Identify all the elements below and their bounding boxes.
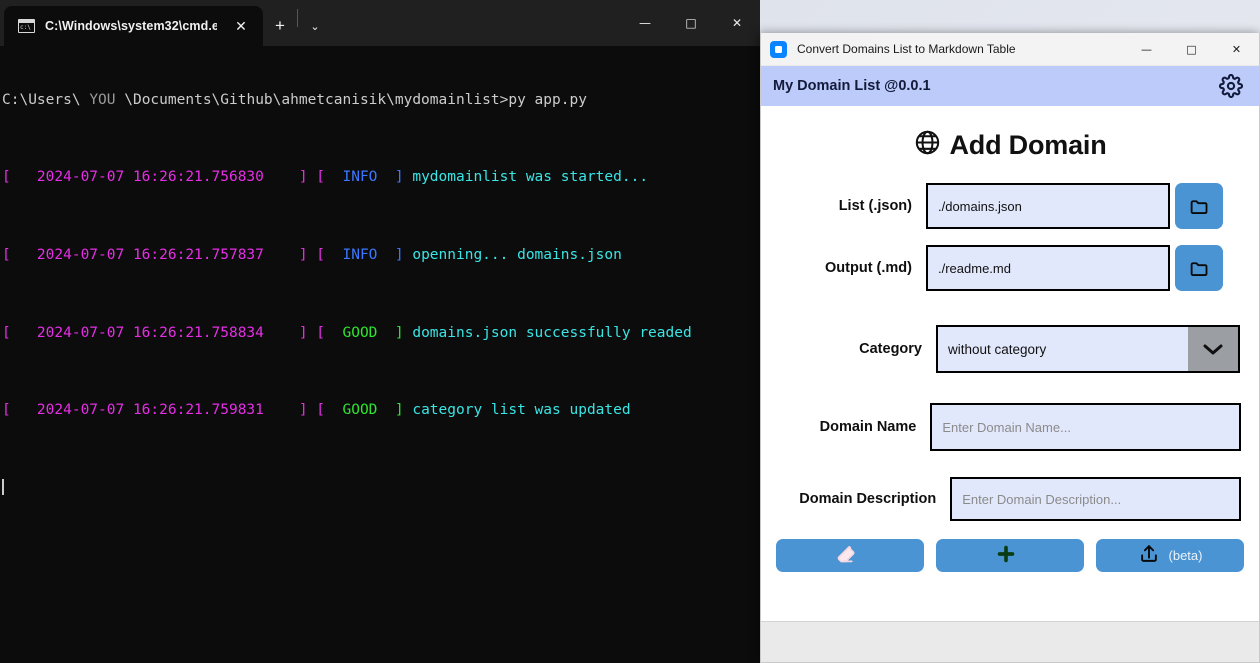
app-window: Convert Domains List to Markdown Table —…	[760, 33, 1260, 663]
log-message: openning... domains.json	[412, 247, 622, 264]
terminal-close-button[interactable]: ✕	[714, 0, 760, 46]
upload-button[interactable]: (beta)	[1096, 539, 1244, 572]
upload-icon	[1138, 543, 1160, 568]
terminal-log-line: [ 2024-07-07 16:26:21.758834 ] [ GOOD ] …	[2, 324, 760, 343]
form-row-list: List (.json)	[771, 183, 1241, 229]
log-level: INFO	[325, 247, 395, 264]
clear-button[interactable]	[776, 539, 924, 572]
log-bracket-open: [	[2, 402, 11, 419]
domain-description-label: Domain Description	[799, 491, 937, 507]
app-header-bar: My Domain List @0.0.1	[761, 66, 1259, 106]
log-level: INFO	[325, 169, 395, 186]
page-title: Add Domain	[761, 129, 1259, 161]
prompt-user: YOU	[89, 91, 116, 108]
log-message: mydomainlist was started...	[412, 169, 649, 186]
log-bracket-close2: ]	[394, 402, 413, 419]
gear-icon[interactable]	[1217, 72, 1245, 100]
log-timestamp: 2024-07-07 16:26:21.759831	[10, 402, 299, 419]
category-select[interactable]: without category	[936, 325, 1240, 373]
app-footer	[761, 621, 1259, 662]
log-level: GOOD	[325, 402, 395, 419]
log-level: GOOD	[325, 324, 395, 341]
log-bracket-close2: ]	[394, 169, 413, 186]
list-label: List (.json)	[838, 198, 912, 214]
terminal-window-controls: — □ ✕	[622, 0, 760, 46]
terminal-log-line: [ 2024-07-07 16:26:21.756830 ] [ INFO ] …	[2, 168, 760, 187]
app-minimize-button[interactable]: —	[1124, 33, 1169, 66]
chevron-down-icon[interactable]: ⌄	[298, 6, 332, 46]
category-selected-value: without category	[938, 327, 1188, 371]
upload-button-label: (beta)	[1168, 548, 1203, 563]
new-tab-button[interactable]: +	[263, 6, 297, 46]
domain-name-label: Domain Name	[819, 419, 917, 435]
log-bracket-open: [	[2, 324, 11, 341]
log-bracket-close: ] [	[298, 169, 326, 186]
form-row-domain-description: Domain Description	[771, 477, 1241, 521]
terminal-cursor-line	[2, 478, 760, 498]
add-button[interactable]	[936, 539, 1084, 572]
terminal-output[interactable]: C:\Users\ YOU \Documents\Github\ahmetcan…	[0, 46, 760, 663]
domain-description-input[interactable]	[950, 477, 1241, 521]
log-timestamp: 2024-07-07 16:26:21.758834	[10, 324, 299, 341]
terminal-log-line: [ 2024-07-07 16:26:21.759831 ] [ GOOD ] …	[2, 401, 760, 420]
app-titlebar: Convert Domains List to Markdown Table —…	[761, 33, 1259, 66]
plus-icon	[995, 543, 1017, 568]
app-window-controls: — □ ✕	[1124, 33, 1259, 66]
output-label: Output (.md)	[825, 260, 912, 276]
list-path-input[interactable]	[926, 183, 1170, 229]
log-bracket-open: [	[2, 169, 11, 186]
output-browse-button[interactable]	[1175, 245, 1223, 291]
form-row-category: Category without category	[771, 325, 1241, 373]
form-row-domain-name: Domain Name	[771, 403, 1241, 451]
terminal-prompt-line: C:\Users\ YOU \Documents\Github\ahmetcan…	[2, 91, 760, 110]
chevron-down-icon[interactable]	[1188, 327, 1238, 371]
log-bracket-close: ] [	[298, 324, 326, 341]
app-close-button[interactable]: ✕	[1214, 33, 1259, 66]
app-content: Add Domain List (.json) Output (.md)	[761, 106, 1259, 621]
app-header-title: My Domain List @0.0.1	[773, 78, 931, 94]
app-window-title: Convert Domains List to Markdown Table	[797, 42, 1016, 56]
prompt-path: \Documents\Github\ahmetcanisik\mydomainl…	[115, 91, 509, 108]
cmd-icon	[18, 19, 35, 33]
app-logo-icon	[770, 40, 787, 58]
action-button-row: (beta)	[761, 539, 1259, 572]
terminal-tab-title: C:\Windows\system32\cmd.e:	[45, 19, 217, 33]
log-bracket-close: ] [	[298, 247, 326, 264]
log-bracket-open: [	[2, 247, 11, 264]
terminal-titlebar: C:\Windows\system32\cmd.e: ✕ + ⌄ — □ ✕	[0, 0, 760, 46]
log-timestamp: 2024-07-07 16:26:21.757837	[10, 247, 299, 264]
log-bracket-close2: ]	[394, 247, 413, 264]
log-bracket-close: ] [	[298, 402, 326, 419]
terminal-minimize-button[interactable]: —	[622, 0, 668, 46]
terminal-window: C:\Windows\system32\cmd.e: ✕ + ⌄ — □ ✕ C…	[0, 0, 760, 663]
list-browse-button[interactable]	[1175, 183, 1223, 229]
log-bracket-close2: ]	[394, 324, 413, 341]
globe-icon	[914, 129, 941, 161]
terminal-log-line: [ 2024-07-07 16:26:21.757837 ] [ INFO ] …	[2, 246, 760, 265]
close-icon[interactable]: ✕	[227, 12, 255, 40]
log-timestamp: 2024-07-07 16:26:21.756830	[10, 169, 299, 186]
app-maximize-button[interactable]: □	[1169, 33, 1214, 66]
output-path-input[interactable]	[926, 245, 1170, 291]
prompt-prefix: C:\Users\	[2, 91, 90, 108]
text-cursor	[2, 478, 4, 495]
prompt-command: py app.py	[508, 91, 587, 108]
terminal-tab[interactable]: C:\Windows\system32\cmd.e: ✕	[4, 6, 263, 46]
desktop: C:\Windows\system32\cmd.e: ✕ + ⌄ — □ ✕ C…	[0, 0, 1260, 663]
add-domain-form: List (.json) Output (.md)	[761, 183, 1259, 521]
category-label: Category	[859, 341, 922, 357]
eraser-icon	[835, 543, 857, 568]
terminal-maximize-button[interactable]: □	[668, 0, 714, 46]
log-message: domains.json successfully readed	[412, 324, 692, 341]
log-message: category list was updated	[412, 402, 631, 419]
form-row-output: Output (.md)	[771, 245, 1241, 291]
page-title-text: Add Domain	[949, 129, 1107, 160]
domain-name-input[interactable]	[930, 403, 1241, 451]
